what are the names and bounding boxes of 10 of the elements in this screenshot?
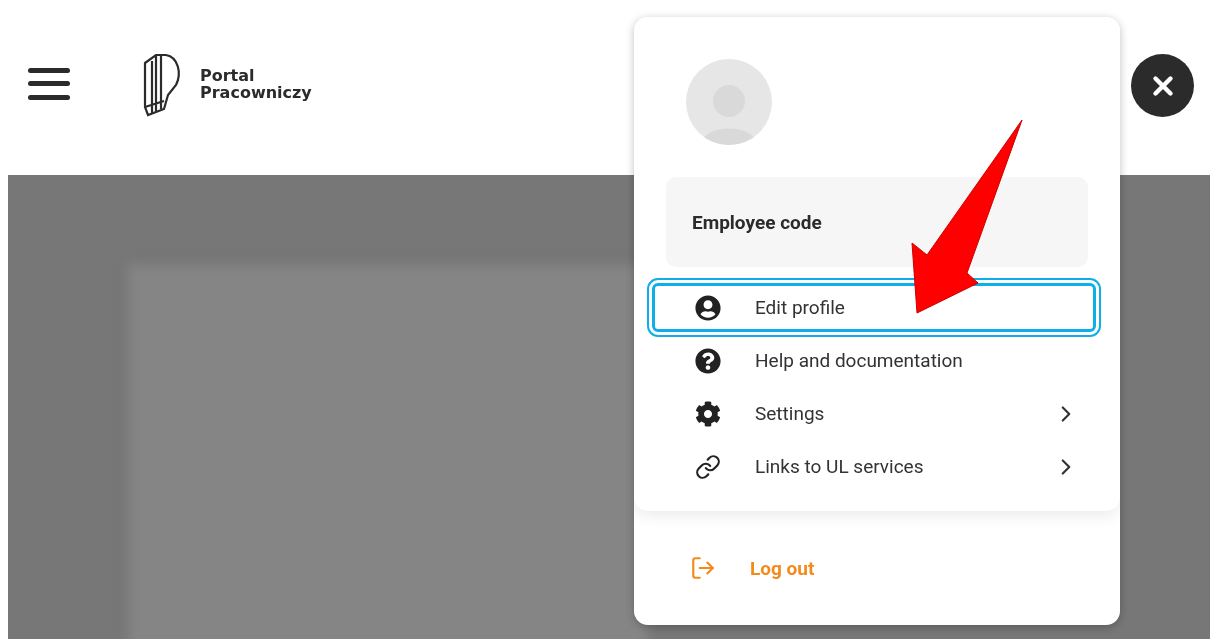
help-icon <box>695 347 721 374</box>
logo-text: Portal Pracowniczy <box>200 66 312 101</box>
logout-icon <box>690 555 716 581</box>
employee-code-label: Employee code <box>692 210 822 234</box>
menu-item[interactable]: Settings <box>652 389 1096 438</box>
menu-item[interactable]: Help and documentation <box>652 336 1096 385</box>
menu-item[interactable]: Links to UL services <box>652 442 1096 491</box>
menu-button[interactable] <box>28 67 70 100</box>
settings-icon <box>695 400 721 427</box>
link-icon <box>695 453 721 480</box>
